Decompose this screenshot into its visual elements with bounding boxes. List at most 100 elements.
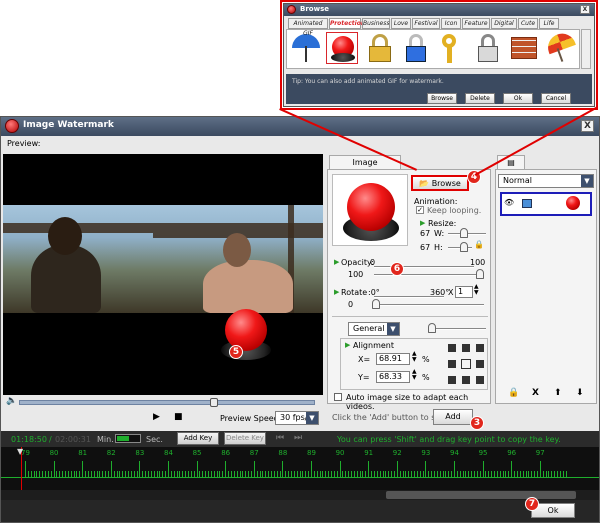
rotate-value: 0	[348, 300, 354, 309]
blend-knob[interactable]	[428, 323, 436, 333]
ruler-tick-label: 97	[535, 449, 545, 457]
align-middle-left-icon[interactable]	[448, 360, 456, 368]
ruler-tick	[282, 461, 284, 477]
ruler-tick-label: 96	[507, 449, 517, 457]
tab-love[interactable]: Love	[391, 18, 411, 29]
padlock-icon[interactable]	[364, 32, 396, 64]
ruler-tick	[511, 461, 513, 477]
layer-thumbnail	[566, 196, 580, 210]
blend-slider[interactable]	[428, 328, 486, 330]
key-icon[interactable]	[436, 32, 468, 64]
eye-icon[interactable]: 👁	[504, 198, 514, 207]
resize-h-value: 67	[420, 243, 431, 252]
person-right-head	[223, 233, 251, 267]
blue-lock-icon[interactable]	[400, 32, 432, 64]
up-arrow-icon[interactable]: ⬆	[554, 388, 562, 398]
ruler-tick	[425, 461, 427, 477]
close-window-button[interactable]: X	[581, 120, 594, 132]
browse-dialog-browse-button[interactable]: Browse	[427, 93, 457, 104]
tab-feature[interactable]: Feature	[462, 18, 490, 29]
browse-dialog-delete-button[interactable]: Delete	[465, 93, 495, 104]
ruler-tick	[368, 461, 370, 477]
min-sec-toggle[interactable]	[115, 434, 141, 443]
tab-icon[interactable]: Icon	[441, 18, 461, 29]
delete-key-button[interactable]: Delete Key	[224, 432, 266, 445]
align-top-left-icon[interactable]	[448, 344, 456, 352]
browse-dialog-ok-button[interactable]: Ok	[503, 93, 533, 104]
spin-arrows-icon[interactable]: ▲ ▼	[412, 369, 417, 381]
resize-w-knob[interactable]	[460, 228, 468, 238]
align-top-center-icon[interactable]	[462, 344, 470, 352]
tab-protection[interactable]: Protection	[329, 18, 365, 29]
align-bottom-left-icon[interactable]	[448, 376, 456, 384]
brick-wall-icon[interactable]	[508, 32, 540, 64]
app-icon	[287, 5, 296, 14]
align-middle-right-icon[interactable]	[476, 360, 484, 368]
rotate-knob[interactable]	[372, 299, 380, 309]
video-preview[interactable]: 5	[3, 154, 323, 395]
spin-arrows-icon[interactable]: ▲ ▼	[474, 284, 479, 296]
align-y-input[interactable]: 68.33	[376, 371, 410, 383]
seek-thumb[interactable]	[210, 398, 218, 407]
gallery-scrollbar[interactable]	[581, 29, 591, 69]
ruler-tick	[482, 461, 484, 477]
add-button[interactable]: Add	[433, 409, 473, 425]
lock-ratio-icon[interactable]: 🔒	[474, 240, 484, 249]
lock-icon[interactable]: 🔒	[508, 388, 519, 398]
align-top-right-icon[interactable]	[476, 344, 484, 352]
red-button-icon[interactable]	[326, 32, 358, 64]
prev-key-icon[interactable]: ⏮	[276, 433, 284, 443]
volume-icon[interactable]: 🔈	[6, 396, 17, 406]
tab-cute[interactable]: Cute	[518, 18, 538, 29]
blend-mode-select[interactable]: General ▼	[348, 322, 400, 336]
ruler-tick	[196, 461, 198, 477]
align-x-input[interactable]: 68.91	[376, 353, 410, 365]
alignment-grid[interactable]	[448, 344, 484, 386]
opacity-slider[interactable]	[374, 274, 484, 276]
spin-arrows-icon[interactable]: ▲ ▼	[412, 351, 417, 363]
resize-h-knob[interactable]	[460, 242, 468, 252]
stop-icon[interactable]: ■	[174, 412, 183, 422]
sec-label: Sec.	[146, 435, 163, 444]
seek-bar[interactable]	[19, 400, 315, 405]
keep-looping-checkbox[interactable]: ✓	[416, 206, 424, 214]
opacity-knob[interactable]	[476, 269, 484, 279]
timeline-scrollbar[interactable]	[1, 490, 599, 500]
parasol-icon[interactable]	[544, 29, 576, 64]
timeline-ruler[interactable]: 79 80 81 82 83 84 85 86 87 88 89 90 91 92 93 94 95 96 97 ▼	[1, 447, 599, 490]
ruler-tick	[139, 461, 141, 477]
layer-item[interactable]: 👁	[500, 192, 592, 216]
seek-row: 🔈	[3, 396, 323, 408]
next-key-icon[interactable]: ⏭	[294, 433, 302, 443]
align-bottom-center-icon[interactable]	[462, 376, 470, 384]
align-y-value: 68.33	[379, 372, 402, 381]
down-arrow-icon[interactable]: ⬇	[576, 388, 584, 398]
watermark-settings-panel: 📂 Browse 4 Animation: ✓ Keep looping. ▶ …	[327, 169, 491, 411]
opacity-value: 100	[348, 270, 364, 279]
rotate-spin-input[interactable]: 1	[455, 286, 473, 298]
browse-dialog-cancel-button[interactable]: Cancel	[541, 93, 571, 104]
watermark-preview-image[interactable]	[225, 309, 267, 351]
tab-life[interactable]: Life	[539, 18, 559, 29]
auto-size-checkbox[interactable]	[334, 393, 342, 401]
tab-digital[interactable]: Digital	[491, 18, 517, 29]
tab-animated-gif[interactable]: Animated GIF	[288, 18, 328, 37]
playhead-icon[interactable]: ▼	[17, 447, 23, 456]
tab-business[interactable]: Business	[362, 18, 390, 29]
align-center-icon[interactable]	[461, 359, 471, 369]
preview-speed-select[interactable]: 30 fps/s ▼	[275, 411, 319, 425]
layer-mode-select[interactable]: Normal ▼	[498, 174, 594, 188]
add-key-button[interactable]: Add Key	[177, 432, 219, 445]
tab-festival[interactable]: Festival	[412, 18, 440, 29]
silver-lock-icon[interactable]	[472, 32, 504, 64]
tab-layers[interactable]: ▤	[497, 155, 525, 169]
rotate-slider[interactable]	[374, 304, 484, 306]
marker-5: 5	[229, 345, 243, 359]
play-icon[interactable]: ▶	[153, 412, 160, 422]
browse-button[interactable]: 📂 Browse	[411, 175, 469, 191]
delete-icon[interactable]: X	[532, 388, 539, 398]
scroll-thumb[interactable]	[386, 491, 576, 499]
align-bottom-right-icon[interactable]	[476, 376, 484, 384]
browse-close-button[interactable]: X	[580, 5, 590, 14]
image-layer-icon	[522, 199, 532, 208]
